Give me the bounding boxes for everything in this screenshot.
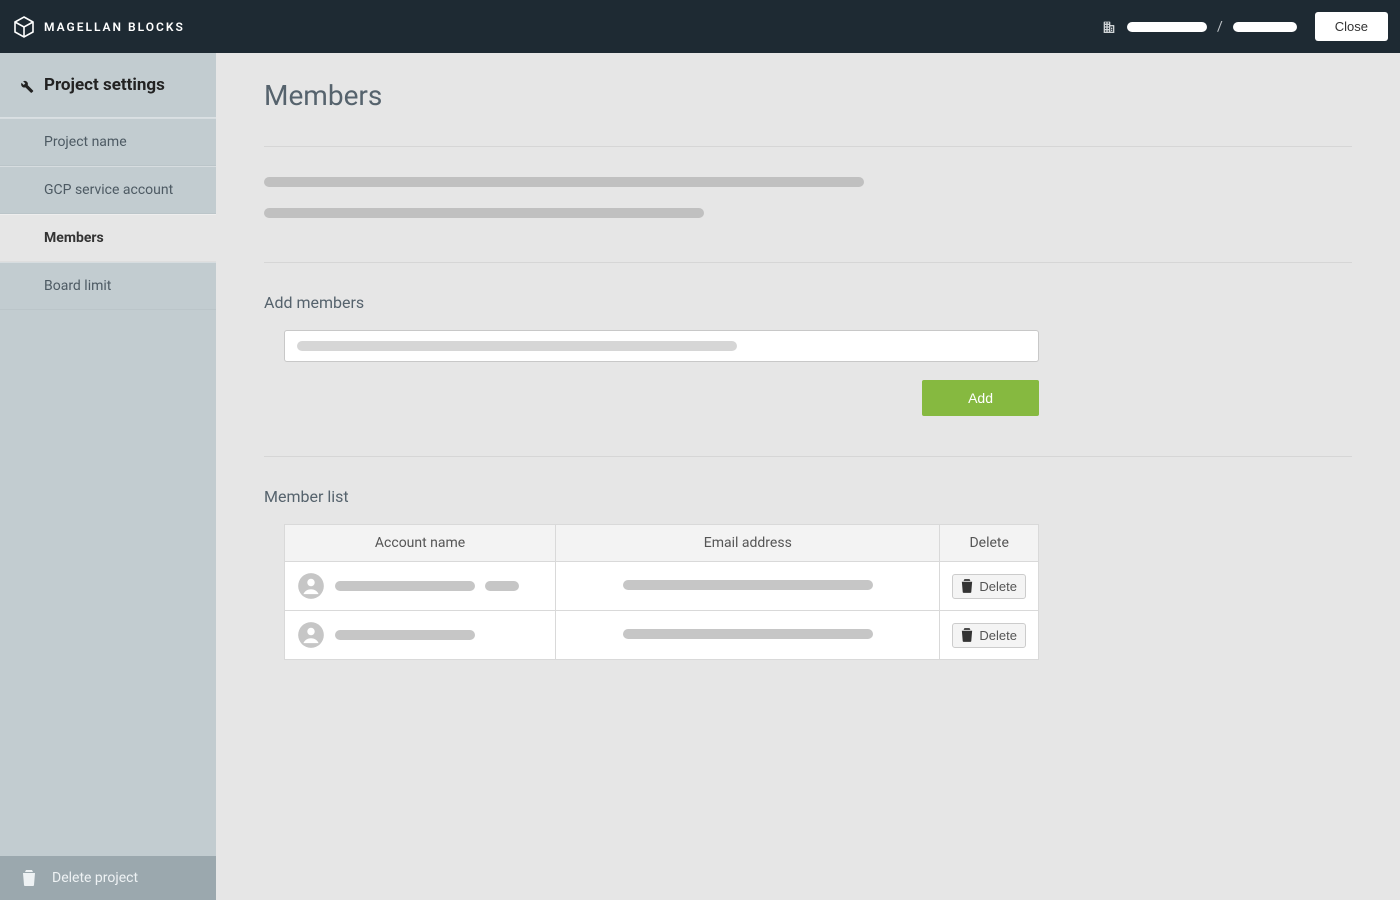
avatar-icon [297,572,325,600]
logo-cube-icon [12,15,36,39]
add-button[interactable]: Add [922,380,1039,416]
avatar-icon [297,621,325,649]
member-list-label: Member list [264,487,1352,506]
delete-member-button[interactable]: Delete [952,574,1026,599]
add-member-input[interactable] [284,330,1039,362]
trash-icon [961,579,973,593]
add-member-placeholder [297,341,737,351]
member-name [335,581,475,591]
sidebar-nav: Project name GCP service account Members… [0,118,216,310]
app-brand-text: MAGELLAN BLOCKS [44,20,185,34]
header-account-name: Account name [285,525,556,562]
building-icon [1101,19,1117,35]
member-email [623,580,873,590]
content-area: Members Add members Add Member list [216,53,1400,900]
top-bar: MAGELLAN BLOCKS / Close [0,0,1400,53]
close-button[interactable]: Close [1315,12,1388,41]
delete-project-button[interactable]: Delete project [0,856,216,900]
app-logo[interactable]: MAGELLAN BLOCKS [12,15,185,39]
add-members-label: Add members [264,293,1352,312]
page-title: Members [264,79,1352,112]
add-members-section: Add members Add [264,263,1352,456]
sidebar-title: Project settings [44,75,165,95]
trash-icon [961,628,973,642]
header-email: Email address [556,525,940,562]
delete-label: Delete [979,628,1017,643]
trash-icon [22,870,36,886]
breadcrumb-project[interactable] [1233,22,1297,32]
delete-label: Delete [979,579,1017,594]
table-row: Delete [285,611,1039,660]
member-table: Account name Email address Delete [284,524,1039,660]
table-header-row: Account name Email address Delete [285,525,1039,562]
intro-text-line-1 [264,177,864,187]
intro-text-line-2 [264,208,704,218]
intro-section [264,147,1352,262]
sidebar-item-board-limit[interactable]: Board limit [0,262,216,310]
sidebar: Project settings Project name GCP servic… [0,53,216,900]
breadcrumb: / [1101,19,1297,35]
sidebar-header: Project settings [0,53,216,118]
delete-member-button[interactable]: Delete [952,623,1026,648]
member-list-section: Member list Account name Email address D… [264,457,1352,700]
delete-project-label: Delete project [52,870,138,886]
sidebar-item-members[interactable]: Members [0,214,216,262]
sidebar-item-gcp-service-account[interactable]: GCP service account [0,166,216,214]
header-delete: Delete [940,525,1039,562]
member-tag [485,581,519,591]
breadcrumb-org[interactable] [1127,22,1207,32]
member-email [623,629,873,639]
member-name [335,630,475,640]
table-row: Delete [285,562,1039,611]
sidebar-item-project-name[interactable]: Project name [0,118,216,166]
breadcrumb-separator: / [1217,19,1223,35]
wrench-icon [16,76,34,94]
